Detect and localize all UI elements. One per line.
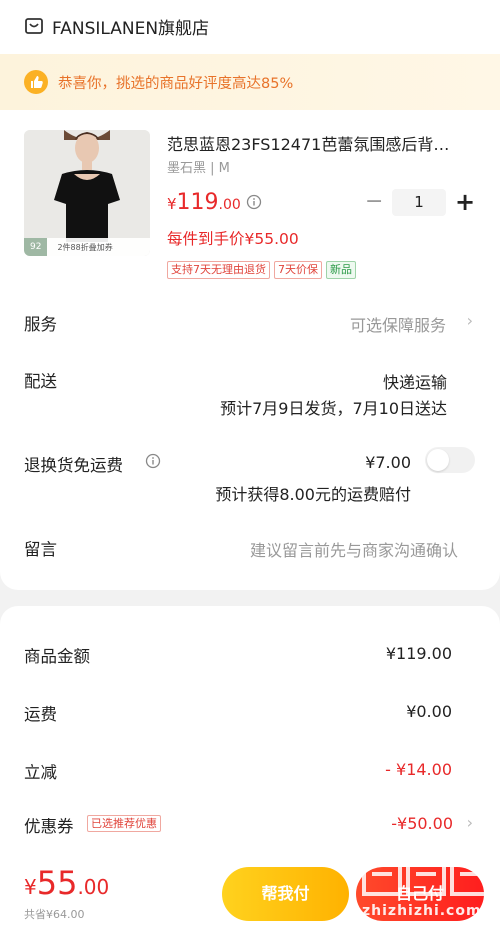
chevron-right-icon[interactable]: › [467, 813, 473, 832]
praise-banner: 恭喜你，挑选的商品好评度高达85% [0, 54, 500, 110]
badge-text: 2件88折叠加券 [57, 242, 113, 252]
product-tags: 支持7天无理由退货 7天价保 新品 [167, 261, 356, 279]
service-label: 服务 [24, 315, 57, 334]
thumbs-up-icon [24, 70, 48, 94]
store-icon [25, 18, 43, 34]
price-decimal: .00 [218, 197, 241, 213]
coupon-value[interactable]: -¥50.00 [391, 814, 453, 833]
product-variant[interactable]: 墨石黑 | M [167, 157, 230, 176]
product-image[interactable]: 92 2件88折叠加券 [24, 130, 150, 256]
goods-amount-value: ¥119.00 [385, 644, 452, 663]
delivery-method: 快递运输 [382, 373, 447, 392]
total-decimal: .00 [77, 875, 110, 899]
shipping-label: 运费 [24, 705, 57, 724]
delivery-eta: 预计7月9日发货，7月10日送达 [220, 399, 447, 418]
return-insurance-toggle[interactable] [425, 447, 475, 473]
image-badge: 92 2件88折叠加券 [24, 238, 150, 256]
quantity-increase-button[interactable]: + [455, 190, 475, 214]
store-header[interactable]: FANSILANEN旗舰店 [24, 14, 210, 39]
coupon-tag: 已选推荐优惠 [87, 815, 161, 832]
price-integer: 119 [176, 190, 219, 215]
coupon-label: 优惠券 [24, 817, 74, 836]
unit-price: 每件到手价¥55.00 [167, 230, 299, 248]
service-value[interactable]: 可选保障服务 [350, 312, 446, 336]
badge-score: 92 [24, 238, 48, 256]
goods-amount-label: 商品金额 [24, 647, 90, 666]
info-icon[interactable] [246, 194, 262, 210]
shipping-value: ¥0.00 [406, 702, 452, 721]
delivery-label: 配送 [24, 372, 57, 391]
quantity-decrease-button[interactable]: − [365, 191, 383, 213]
quantity-field[interactable]: 1 [392, 189, 446, 216]
message-label: 留言 [24, 540, 57, 559]
discount-value: - ¥14.00 [385, 760, 452, 779]
tag-new: 新品 [326, 261, 356, 279]
watermark-text: zhizhizhi.com [362, 903, 482, 919]
saved-amount: 共省¥64.00 [24, 908, 85, 921]
total-currency: ¥ [24, 875, 37, 899]
total-price: ¥ 55 .00 [24, 864, 109, 902]
tag-price-protection: 7天价保 [274, 261, 322, 279]
tag-return-policy: 支持7天无理由退货 [167, 261, 270, 279]
return-insurance-note: 预计获得8.00元的运费赔付 [215, 485, 411, 504]
banner-text: 恭喜你，挑选的商品好评度高达85% [58, 75, 294, 92]
product-price: ¥ 119 .00 [167, 190, 241, 215]
ask-friend-pay-button[interactable]: 帮我付 [222, 867, 349, 921]
price-currency: ¥ [167, 195, 177, 213]
discount-label: 立减 [24, 763, 57, 782]
chevron-right-icon[interactable]: › [467, 311, 473, 330]
return-insurance-label: 退换货免运费 [24, 456, 123, 475]
info-icon[interactable] [145, 453, 161, 469]
toggle-knob [427, 449, 449, 471]
store-name: FANSILANEN旗舰店 [52, 18, 210, 39]
return-insurance-price: ¥7.00 [365, 453, 411, 472]
product-title[interactable]: 范思蓝恩23FS12471芭蕾氛围感后背… [167, 131, 477, 155]
message-input[interactable]: 建议留言前先与商家沟通确认 [250, 537, 458, 561]
total-integer: 55 [36, 864, 78, 902]
